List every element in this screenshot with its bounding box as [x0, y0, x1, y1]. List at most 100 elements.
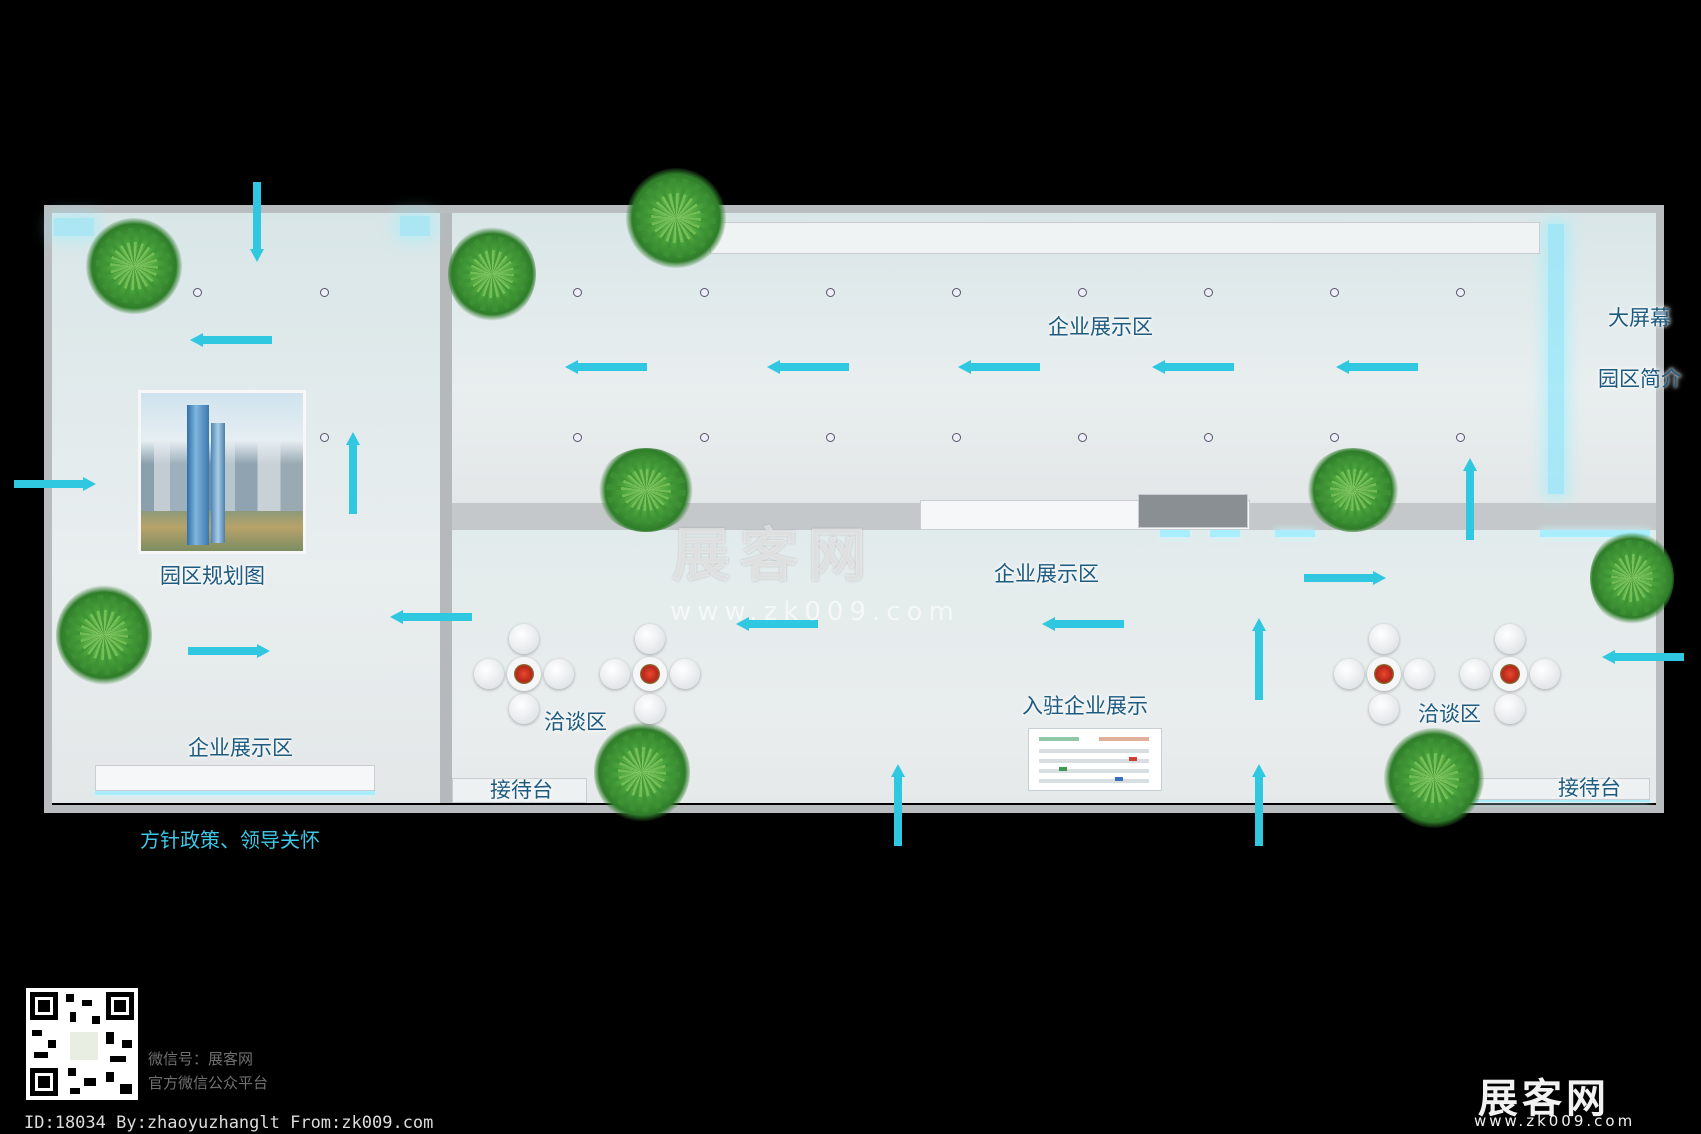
board-logo: [1115, 777, 1123, 781]
light-strip-mid-3: [1275, 530, 1315, 537]
flow-arrow-right: [188, 644, 270, 658]
qr-center-logo: [68, 1030, 100, 1062]
qr-module: [122, 1040, 132, 1048]
chair: [635, 624, 665, 654]
plan-tower: [187, 405, 209, 545]
flow-arrow-left: [1336, 360, 1418, 374]
qr-module: [110, 1056, 126, 1062]
qr-module: [48, 1040, 56, 1048]
zone-label-resident-enterprise: 入驻企业展示: [1022, 694, 1148, 718]
chair: [1495, 694, 1525, 724]
flow-arrow-right: [14, 477, 96, 491]
glow-top-left: [54, 218, 94, 236]
spotlight: [952, 288, 961, 297]
spotlight: [1456, 288, 1465, 297]
board-row: [1039, 749, 1149, 753]
spotlight: [952, 433, 961, 442]
chair: [1460, 659, 1490, 689]
zone-label-negotiation-right: 洽谈区: [1418, 702, 1481, 726]
qr-module: [32, 1030, 42, 1036]
chair: [670, 659, 700, 689]
spotlight: [193, 288, 202, 297]
board-logo: [1059, 767, 1067, 771]
zone-label-park-intro: 园区简介: [1598, 367, 1682, 391]
spotlight: [573, 288, 582, 297]
light-strip-mid-2: [1210, 530, 1240, 537]
chair: [509, 624, 539, 654]
spotlight: [700, 433, 709, 442]
qr-module: [66, 994, 74, 1002]
spotlight: [1078, 288, 1087, 297]
chair: [600, 659, 630, 689]
chair: [1530, 659, 1560, 689]
qr-module: [34, 1052, 48, 1058]
chair: [1404, 659, 1434, 689]
board-logo: [1129, 757, 1137, 761]
zone-label-big-screen: 大屏幕: [1608, 306, 1671, 330]
spotlight: [826, 288, 835, 297]
board-row: [1099, 737, 1149, 741]
chair: [509, 694, 539, 724]
chair: [635, 694, 665, 724]
left-divider-wall: [440, 213, 452, 803]
flower-arrangement: [514, 664, 534, 684]
potted-plant: [626, 168, 726, 268]
qr-module: [92, 1016, 100, 1024]
watermark-url: www.zk009.com: [670, 597, 960, 627]
qr-finder-dot: [38, 1076, 50, 1088]
light-strip-mid-1: [1160, 530, 1190, 537]
qr-module: [120, 1084, 132, 1094]
glow-right-screen: [1548, 224, 1564, 494]
zone-label-enterprise-display-mid: 企业展示区: [994, 562, 1099, 586]
spotlight: [320, 433, 329, 442]
zone-label-reception-left: 接待台: [490, 778, 553, 802]
qr-module: [68, 1068, 76, 1076]
potted-plant: [1590, 530, 1674, 626]
flow-arrow-down: [250, 182, 264, 262]
potted-plant: [1306, 448, 1400, 532]
negotiation-table-set: [600, 624, 700, 724]
potted-plant: [1384, 728, 1484, 828]
spotlight: [700, 288, 709, 297]
qr-module: [70, 1088, 80, 1094]
mid-cabinet-dark: [1138, 494, 1248, 528]
flow-arrow-left: [1152, 360, 1234, 374]
qr-finder-dot: [114, 1000, 126, 1012]
chair: [544, 659, 574, 689]
resident-enterprise-board: [1028, 728, 1162, 791]
glow-left-room-top: [400, 216, 430, 236]
flow-arrow-up: [891, 764, 905, 846]
policy-wall-cabinet: [95, 765, 375, 791]
spotlight: [1078, 433, 1087, 442]
flow-arrow-left: [767, 360, 849, 374]
chair: [1334, 659, 1364, 689]
zone-label-enterprise-display-top: 企业展示区: [1048, 315, 1153, 339]
board-row: [1039, 737, 1079, 741]
flow-arrow-right: [1304, 571, 1386, 585]
qr-code-icon: [26, 988, 138, 1100]
flow-arrow-left: [1602, 650, 1684, 664]
spotlight: [320, 288, 329, 297]
spotlight: [573, 433, 582, 442]
board-row: [1039, 769, 1149, 773]
chair: [1369, 624, 1399, 654]
spotlight: [1330, 288, 1339, 297]
chair: [1369, 694, 1399, 724]
flow-arrow-left: [565, 360, 647, 374]
qr-module: [84, 1078, 96, 1086]
plan-tower-secondary: [211, 423, 225, 543]
chair: [1495, 624, 1525, 654]
potted-plant: [448, 226, 536, 322]
zone-label-park-plan: 园区规划图: [160, 564, 265, 588]
board-row: [1039, 779, 1149, 783]
flower-arrangement: [640, 664, 660, 684]
flow-arrow-left: [390, 610, 472, 624]
spotlight: [1456, 433, 1465, 442]
potted-plant: [594, 722, 690, 822]
flower-arrangement: [1500, 664, 1520, 684]
potted-plant: [56, 585, 152, 685]
flow-arrow-up: [1252, 764, 1266, 846]
qr-module: [82, 1000, 92, 1006]
qr-module: [70, 1012, 76, 1022]
qr-module: [106, 1072, 114, 1082]
